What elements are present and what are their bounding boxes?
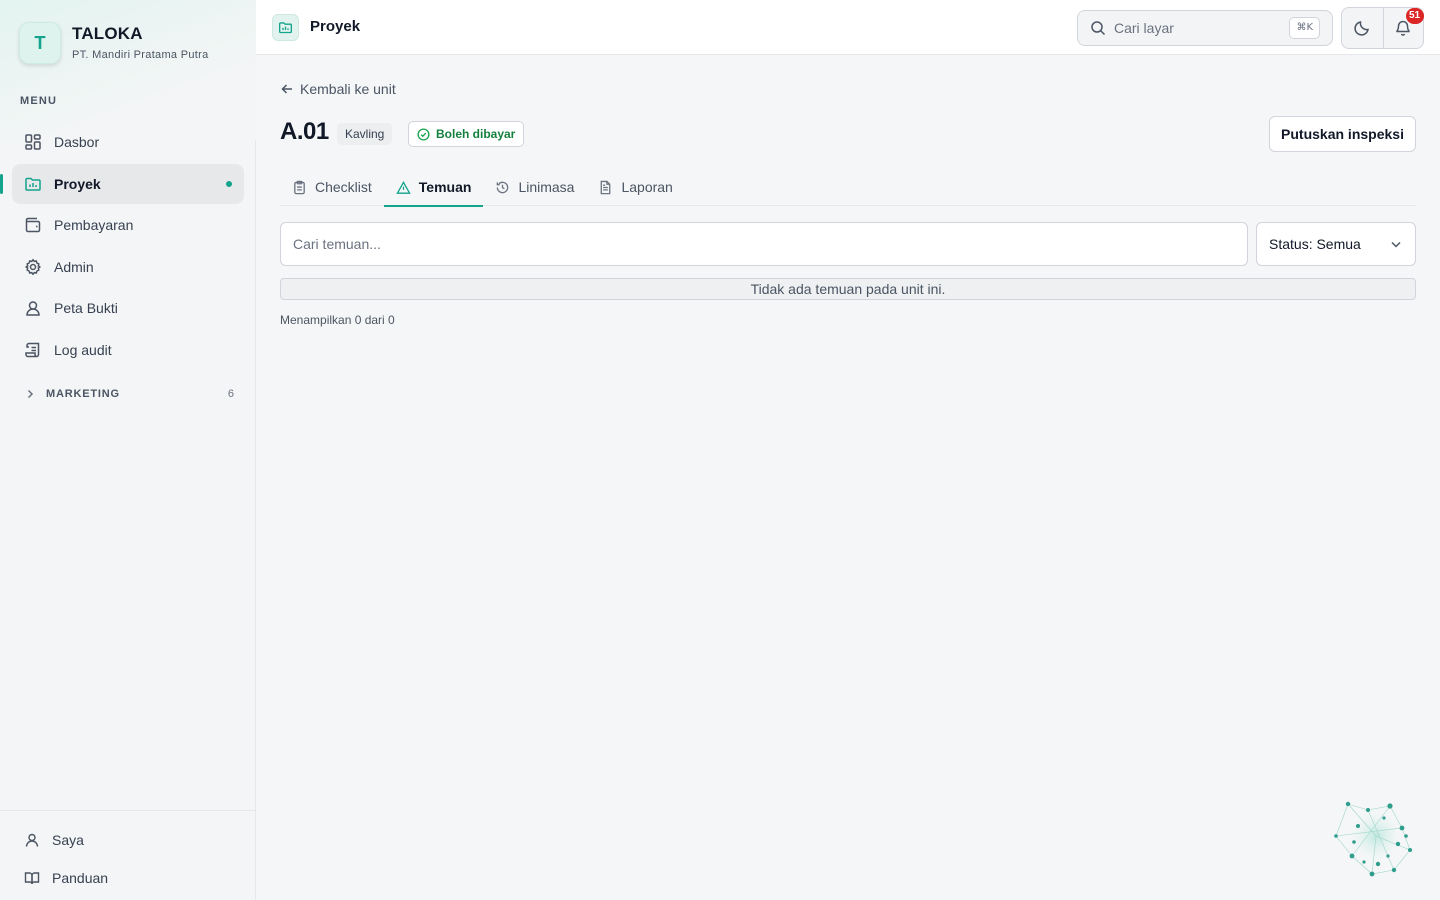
tab-label: Temuan	[418, 179, 472, 195]
unit-type-chip: Kavling	[337, 123, 393, 145]
sidebar-item-label: Panduan	[52, 870, 109, 886]
theme-toggle-button[interactable]	[1342, 8, 1383, 48]
project-chart-icon	[272, 14, 299, 41]
grid-icon	[24, 133, 42, 151]
company-name: PT. Mandiri Pratama Putra	[72, 49, 209, 61]
sidebar-item-saya[interactable]: Saya	[0, 821, 256, 859]
tab-label: Checklist	[315, 179, 372, 195]
sidebar-item-panduan[interactable]: Panduan	[0, 859, 256, 897]
project-chart-icon	[24, 175, 42, 193]
sidebar-item-label: Proyek	[54, 175, 101, 192]
status-badge: Boleh dibayar	[408, 121, 525, 147]
sidebar-footer: Saya Panduan	[0, 810, 256, 897]
user-icon	[24, 832, 40, 848]
findings-search-input[interactable]	[280, 222, 1248, 266]
keyboard-shortcut-hint: ⌘K	[1289, 17, 1320, 39]
sidebar-item-dasbor[interactable]: Dasbor	[12, 122, 244, 162]
section-label: MARKETING	[46, 388, 120, 400]
results-count: Menampilkan 0 dari 0	[280, 313, 395, 327]
brand-logo: T	[19, 22, 61, 64]
empty-state-message: Tidak ada temuan pada unit ini.	[280, 278, 1416, 300]
arrow-left-icon	[280, 82, 294, 96]
chevron-right-icon	[24, 388, 38, 400]
status-label: Boleh dibayar	[436, 127, 516, 141]
chevron-down-icon	[1389, 237, 1403, 251]
sidebar-item-proyek[interactable]: Proyek	[0, 163, 244, 204]
back-label: Kembali ke unit	[300, 81, 396, 97]
book-icon	[24, 870, 40, 886]
marketing-section-toggle[interactable]: MARKETING 6	[24, 384, 234, 404]
sidebar-item-log-audit[interactable]: Log audit	[12, 330, 244, 370]
top-bar: Proyek Cari layar ⌘K 51	[256, 0, 1440, 55]
tab-label: Laporan	[621, 179, 673, 195]
tab-laporan[interactable]: Laporan	[586, 168, 684, 206]
document-icon	[598, 180, 613, 195]
sidebar-nav: Dasbor Proyek Pembayaran Admin Peta Bukt…	[0, 122, 244, 371]
sidebar-item-pembayaran[interactable]: Pembayaran	[12, 205, 244, 245]
screen-search-input[interactable]: Cari layar ⌘K	[1077, 10, 1333, 46]
clipboard-icon	[292, 180, 307, 195]
map-user-icon	[24, 299, 42, 317]
sidebar-item-label: Admin	[54, 258, 94, 275]
search-placeholder: Cari layar	[1114, 20, 1174, 36]
unit-code: A.01	[280, 118, 329, 145]
status-filter-select[interactable]: Status: Semua	[1256, 222, 1416, 266]
search-icon	[1090, 20, 1106, 36]
tab-linimasa[interactable]: Linimasa	[483, 168, 586, 206]
decide-inspection-button[interactable]: Putuskan inspeksi	[1269, 116, 1416, 152]
header-actions: 51	[1341, 7, 1424, 49]
moon-icon	[1353, 19, 1371, 37]
sidebar: T TALOKA PT. Mandiri Pratama Putra MENU …	[0, 0, 256, 900]
brand-name: TALOKA	[72, 24, 143, 43]
warning-triangle-icon	[396, 180, 411, 195]
sidebar-item-label: Pembayaran	[54, 217, 134, 233]
gear-icon	[24, 258, 42, 276]
menu-label: MENU	[20, 95, 58, 107]
sidebar-item-label: Peta Bukti	[54, 300, 118, 316]
sidebar-item-label: Dasbor	[54, 134, 100, 150]
notifications-button[interactable]: 51	[1382, 8, 1424, 48]
sidebar-item-label: Saya	[52, 832, 84, 848]
network-decoration	[1328, 792, 1420, 884]
unit-tabs: Checklist Temuan Linimasa Laporan	[280, 168, 1416, 207]
page-title: Proyek	[310, 18, 361, 35]
history-icon	[495, 180, 510, 195]
notification-count-badge: 51	[1405, 8, 1424, 24]
section-count: 6	[227, 388, 234, 400]
active-indicator-dot	[226, 180, 232, 187]
sidebar-item-peta-bukti[interactable]: Peta Bukti	[12, 288, 244, 328]
tab-checklist[interactable]: Checklist	[280, 168, 384, 206]
back-to-unit-link[interactable]: Kembali ke unit	[280, 81, 396, 97]
scroll-log-icon	[24, 341, 42, 359]
brand[interactable]: T TALOKA PT. Mandiri Pratama Putra	[19, 22, 209, 64]
tab-label: Linimasa	[518, 179, 575, 195]
status-filter-value: Status: Semua	[1269, 236, 1361, 252]
tab-temuan[interactable]: Temuan	[383, 168, 484, 207]
sidebar-item-label: Log audit	[54, 341, 112, 358]
check-circle-icon	[417, 127, 430, 141]
sidebar-item-admin[interactable]: Admin	[12, 247, 244, 287]
wallet-icon	[24, 216, 42, 234]
